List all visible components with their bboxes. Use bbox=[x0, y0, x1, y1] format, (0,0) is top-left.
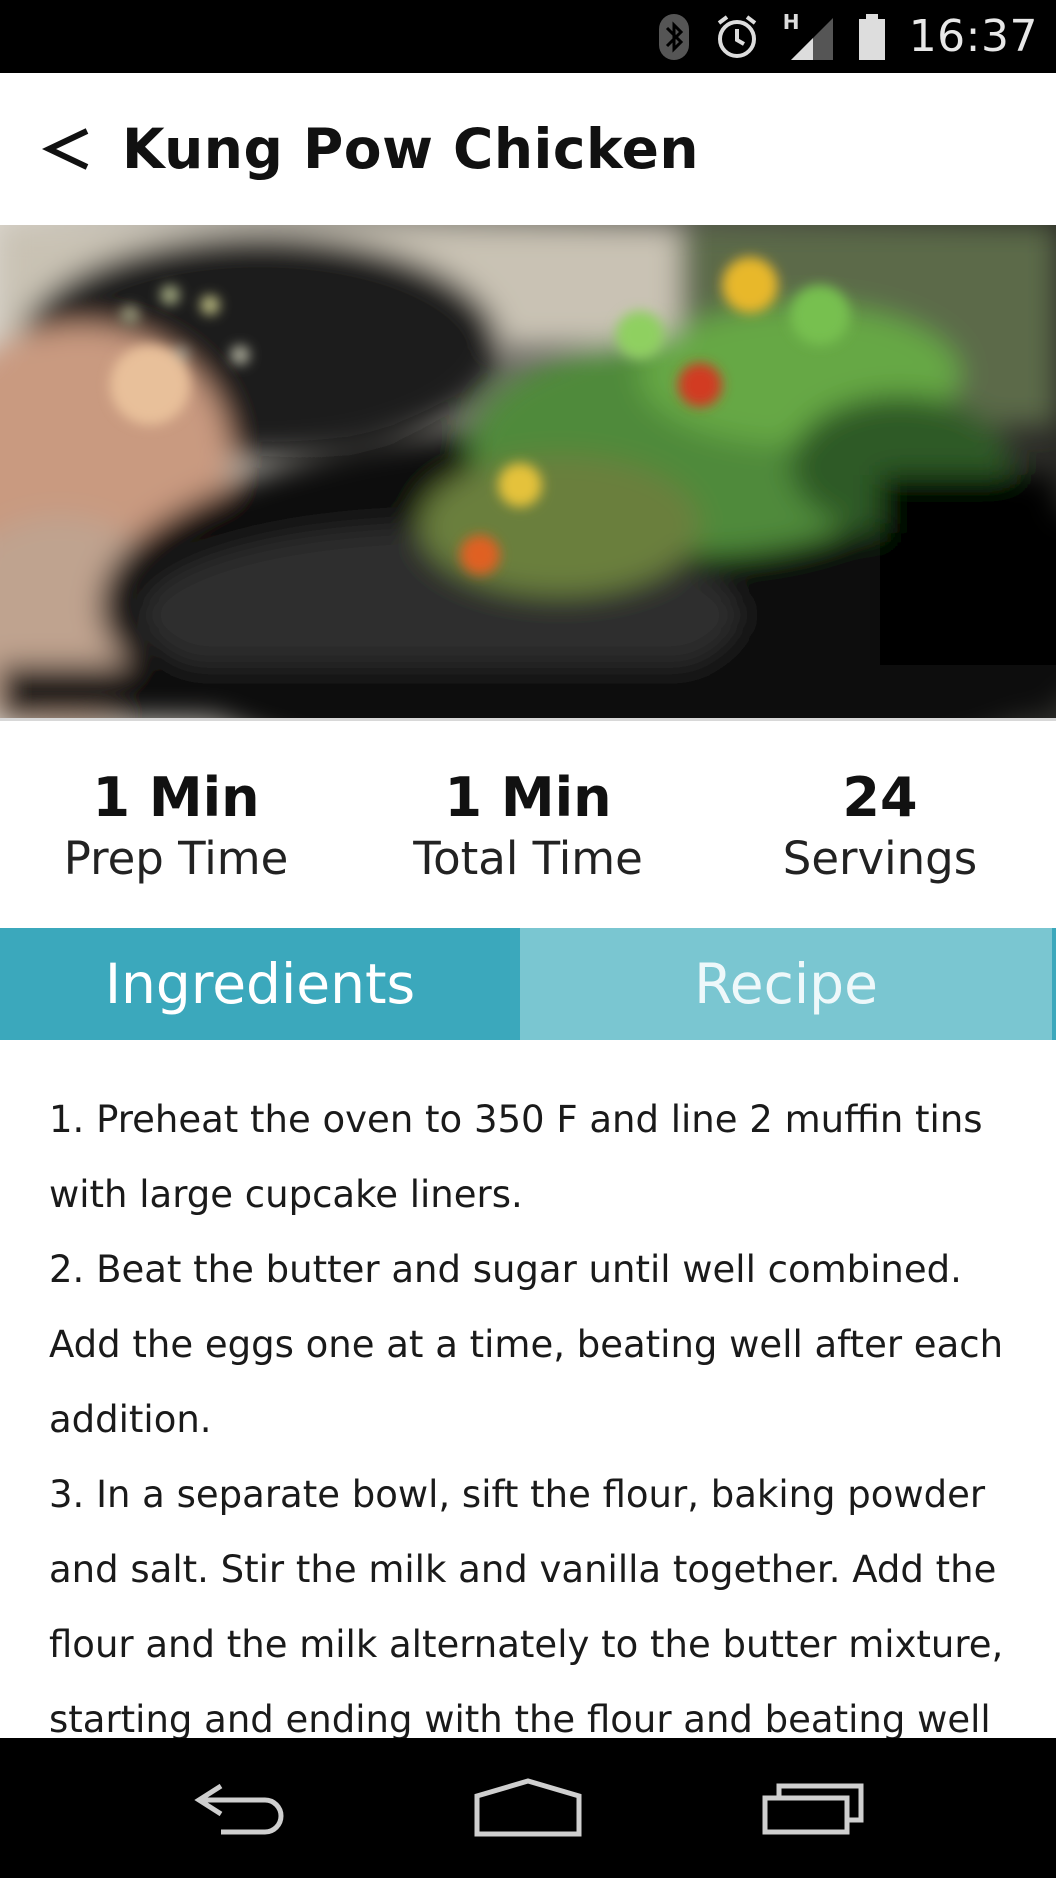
page-title: Kung Pow Chicken bbox=[122, 117, 700, 181]
recipe-step: 2. Beat the butter and sugar until well … bbox=[49, 1248, 1004, 1441]
stat-value: 1 Min bbox=[444, 766, 612, 829]
stat-prep-time: 1 Min Prep Time bbox=[0, 721, 352, 928]
clock: 16:37 bbox=[908, 11, 1038, 62]
bluetooth-icon bbox=[658, 13, 689, 60]
recipe-step: 3. In a separate bowl, sift the flour, b… bbox=[49, 1473, 1004, 1738]
stat-total-time: 1 Min Total Time bbox=[352, 721, 704, 928]
signal-icon: H bbox=[783, 10, 835, 62]
stat-label: Prep Time bbox=[63, 832, 289, 885]
status-bar: H 16:37 bbox=[0, 0, 1056, 73]
status-icons: H 16:37 bbox=[657, 0, 1038, 73]
battery-icon bbox=[858, 13, 885, 60]
stat-value: 1 Min bbox=[92, 766, 260, 829]
tab-ingredients[interactable]: Ingredients bbox=[0, 928, 520, 1040]
recipe-step: 1. Preheat the oven to 350 F and line 2 … bbox=[49, 1098, 983, 1216]
home-icon bbox=[474, 1778, 582, 1837]
nav-recents-button[interactable] bbox=[738, 1758, 888, 1858]
recipe-stats: 1 Min Prep Time 1 Min Total Time 24 Serv… bbox=[0, 721, 1056, 928]
chevron-left-icon bbox=[41, 128, 89, 170]
recents-icon bbox=[762, 1783, 864, 1835]
tab-bar: Ingredients Recipe bbox=[0, 928, 1056, 1040]
navigation-bar bbox=[0, 1738, 1056, 1878]
nav-home-button[interactable] bbox=[453, 1758, 603, 1858]
back-icon bbox=[193, 1783, 284, 1835]
alarm-icon bbox=[717, 14, 756, 58]
tab-recipe[interactable]: Recipe bbox=[520, 928, 1056, 1040]
app-header: Kung Pow Chicken bbox=[0, 73, 1056, 225]
stat-label: Total Time bbox=[413, 832, 643, 885]
recipe-steps: 1. Preheat the oven to 350 F and line 2 … bbox=[49, 1082, 1020, 1738]
stat-servings: 24 Servings bbox=[704, 721, 1056, 928]
hero-image bbox=[0, 225, 1056, 718]
stat-label: Servings bbox=[782, 832, 978, 885]
nav-back-button[interactable] bbox=[168, 1758, 318, 1858]
recipe-content[interactable]: 1. Preheat the oven to 350 F and line 2 … bbox=[0, 1040, 1056, 1738]
stat-value: 24 bbox=[842, 766, 918, 829]
back-button[interactable] bbox=[0, 73, 104, 225]
